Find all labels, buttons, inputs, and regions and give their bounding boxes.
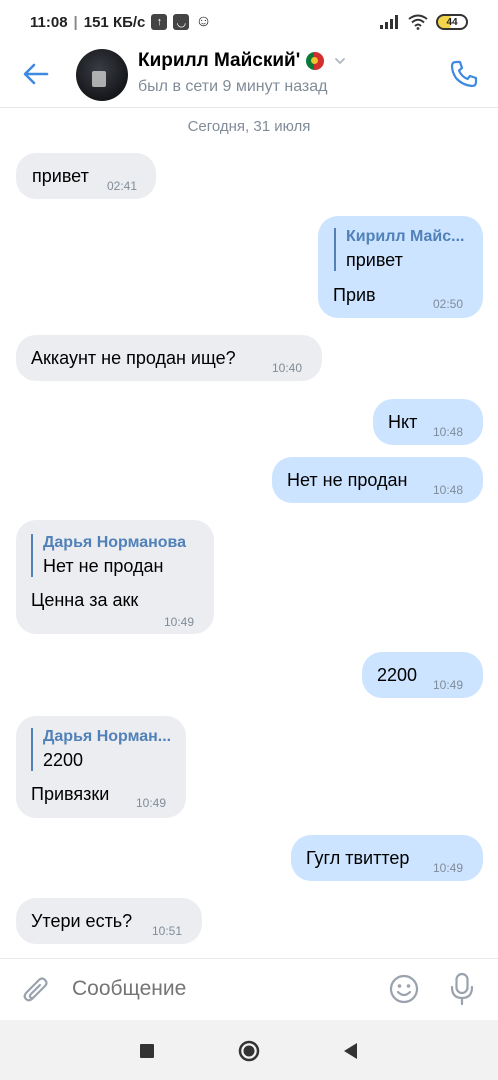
message-time: 10:49 [164, 615, 195, 629]
message-text: Ценна за акк [31, 590, 139, 610]
phone-icon[interactable] [448, 58, 480, 90]
message-text: Нкт [388, 412, 418, 432]
message-bubble-outgoing[interactable]: Гугл твиттер 10:49 [291, 835, 483, 881]
message-bubble-incoming[interactable]: Дарья Норман... 2200 Привязки 10:49 [16, 716, 186, 818]
message-bubble-outgoing[interactable]: Нкт 10:48 [373, 399, 483, 445]
message-text: привет [32, 166, 89, 186]
message-bubble-outgoing[interactable]: Кирилл Майс... привет Прив 02:50 [318, 216, 483, 318]
message-bubble-incoming[interactable]: Аккаунт не продан ище? 10:40 [16, 335, 322, 381]
message-text: Гугл твиттер [306, 848, 410, 868]
microphone-icon[interactable] [448, 972, 476, 1006]
message-time: 10:40 [272, 361, 303, 375]
reply-author: Дарья Норман... [43, 728, 172, 745]
date-divider: Сегодня, 31 июля [187, 118, 311, 135]
reply-text: привет [346, 250, 403, 270]
message-text: Утери есть? [31, 911, 133, 931]
flag-emoji-icon [306, 52, 325, 70]
message-text: Аккаунт не продан ище? [31, 348, 236, 368]
system-nav-bar [0, 1020, 498, 1080]
message-time: 10:51 [152, 924, 183, 938]
reply-author: Дарья Норманова [43, 534, 187, 551]
status-time: 11:08 [30, 13, 68, 31]
reply-text: Нет не продан [43, 556, 164, 576]
app-notification-icon: ☺ [195, 13, 212, 30]
message-time: 10:49 [136, 796, 167, 810]
message-text: Прив [333, 285, 376, 305]
wifi-icon [408, 14, 428, 30]
reply-quote[interactable]: Дарья Норманова Нет не продан [31, 534, 186, 577]
upload-icon: ↑ [151, 14, 168, 30]
paperclip-icon[interactable] [20, 973, 52, 1007]
reply-quote[interactable]: Дарья Норман... 2200 [31, 728, 171, 771]
back-triangle-icon[interactable] [340, 1040, 362, 1062]
battery-level: 44 [446, 16, 458, 28]
signal-icon [380, 15, 398, 29]
message-input[interactable] [72, 977, 362, 1001]
home-circle-icon[interactable] [238, 1040, 260, 1062]
message-bubble-incoming[interactable]: Утери есть? 10:51 [16, 898, 202, 944]
chevron-down-icon[interactable] [334, 55, 346, 67]
message-time: 10:49 [433, 861, 464, 875]
chat-header: Кирилл Майский' был в сети 9 минут назад [0, 44, 498, 108]
message-bubble-outgoing[interactable]: Нет не продан 10:48 [272, 457, 483, 503]
battery-icon: 44 [436, 14, 468, 30]
avatar[interactable] [76, 49, 128, 101]
contact-name: Кирилл Майский' [138, 50, 301, 71]
message-text: Нет не продан [287, 470, 408, 490]
message-text: Привязки [31, 784, 110, 804]
status-bar: 11:08 | 151 КБ/с ↑ ◡ ☺ 44 [0, 0, 498, 44]
reply-author: Кирилл Майс... [346, 228, 465, 245]
back-arrow-icon[interactable] [20, 58, 52, 90]
message-bubble-outgoing[interactable]: 2200 10:49 [362, 652, 483, 698]
message-text: 2200 [377, 665, 418, 685]
contact-status: был в сети 9 минут назад [138, 78, 328, 95]
message-time: 02:41 [107, 179, 138, 193]
message-time: 10:48 [433, 425, 464, 439]
message-bubble-incoming[interactable]: привет 02:41 [16, 153, 156, 199]
message-bubble-incoming[interactable]: Дарья Норманова Нет не продан Ценна за а… [16, 520, 214, 634]
message-time: 10:49 [433, 678, 464, 692]
emoji-icon[interactable] [388, 973, 420, 1005]
message-time: 10:48 [433, 483, 464, 497]
contact-info[interactable]: Кирилл Майский' был в сети 9 минут назад [138, 50, 346, 96]
notification-icon: ◡ [173, 14, 190, 30]
status-speed: 151 КБ/с [83, 13, 146, 31]
recents-square-icon[interactable] [136, 1040, 158, 1062]
reply-quote[interactable]: Кирилл Майс... привет [334, 228, 464, 271]
reply-text: 2200 [43, 750, 84, 770]
message-composer [0, 958, 498, 1020]
message-time: 02:50 [433, 297, 464, 311]
